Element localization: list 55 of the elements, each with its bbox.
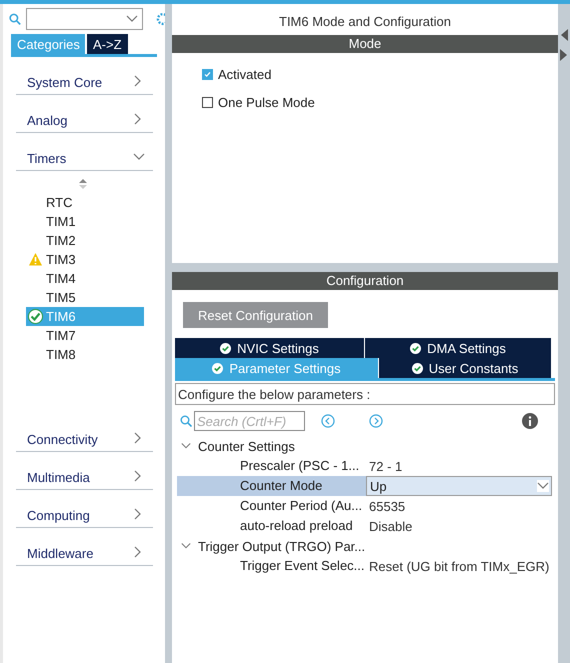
parameter-name[interactable]: Counter Period (Au...	[177, 496, 366, 516]
group-label: Counter Settings	[198, 438, 295, 454]
parameter-value: Disable	[368, 518, 414, 534]
search-icon	[180, 415, 192, 427]
sidebar-tab[interactable]: A->Z	[87, 34, 128, 54]
parameter-name[interactable]: Counter Mode	[177, 476, 366, 496]
parameter-name[interactable]: Trigger Event Selec...	[177, 556, 366, 576]
search-field[interactable]: Search (Crtl+F)	[194, 411, 305, 431]
parameter-name[interactable]: auto-reload preload	[177, 516, 366, 536]
category-item[interactable]: Computing	[16, 490, 153, 528]
category-item[interactable]: Multimedia	[16, 452, 153, 490]
peripheral-item[interactable]: TIM3	[26, 250, 144, 269]
peripheral-item[interactable]: RTC	[26, 193, 144, 212]
info-icon[interactable]	[522, 413, 538, 429]
next-icon[interactable]	[369, 414, 383, 428]
checkmark-icon	[203, 70, 212, 79]
group-label: Trigger Output (TRGO) Par...	[198, 538, 366, 554]
sort-icon[interactable]	[79, 179, 87, 189]
chevron-down-icon	[537, 480, 549, 492]
peripheral-item[interactable]: TIM4	[26, 269, 144, 288]
category-item[interactable]: Middleware	[16, 528, 153, 566]
peripheral-item[interactable]: TIM7	[26, 326, 144, 345]
peripheral-item[interactable]: TIM8	[26, 345, 144, 364]
description-field: Configure the below parameters :	[175, 383, 555, 405]
peripheral-item[interactable]: TIM2	[26, 231, 144, 250]
search-combo[interactable]	[26, 8, 144, 30]
category-item[interactable]: Analog	[16, 95, 153, 133]
checkbox-label: Activated	[218, 67, 272, 82]
settings-tab[interactable]: User Constants	[379, 358, 552, 378]
category-item[interactable]: Timers	[16, 133, 153, 171]
category-item[interactable]: Connectivity	[16, 414, 153, 452]
peripheral-item[interactable]: TIM1	[26, 212, 144, 231]
check-circle-icon	[220, 342, 232, 354]
parameter-value: Reset (UG bit from TIMx_EGR)	[368, 558, 550, 574]
parameter-dropdown[interactable]: Up	[366, 476, 552, 496]
search-icon[interactable]	[9, 13, 21, 25]
parameter-value: 72 - 1	[368, 458, 404, 474]
settings-tab[interactable]: DMA Settings	[365, 338, 552, 358]
checkbox[interactable]	[202, 97, 213, 108]
section-header: Configuration	[172, 272, 558, 290]
chevron-down-icon[interactable]	[181, 441, 191, 451]
checkbox[interactable]	[202, 69, 213, 80]
checkbox-label: One Pulse Mode	[218, 95, 315, 110]
peripheral-item[interactable]: TIM5	[26, 288, 144, 307]
category-item[interactable]: System Core	[16, 57, 153, 95]
section-header: Mode	[172, 35, 558, 53]
parameter-name[interactable]: Prescaler (PSC - 1...	[177, 456, 366, 476]
check-circle-icon	[410, 342, 422, 354]
check-circle-icon	[412, 362, 423, 374]
settings-tab[interactable]: NVIC Settings	[175, 338, 365, 358]
panel-title: TIM6 Mode and Configuration	[278, 13, 452, 31]
previous-icon[interactable]	[321, 414, 335, 428]
check-circle-icon	[212, 362, 224, 374]
chevron-down-icon[interactable]	[181, 541, 191, 551]
parameter-value: 65535	[368, 498, 406, 514]
